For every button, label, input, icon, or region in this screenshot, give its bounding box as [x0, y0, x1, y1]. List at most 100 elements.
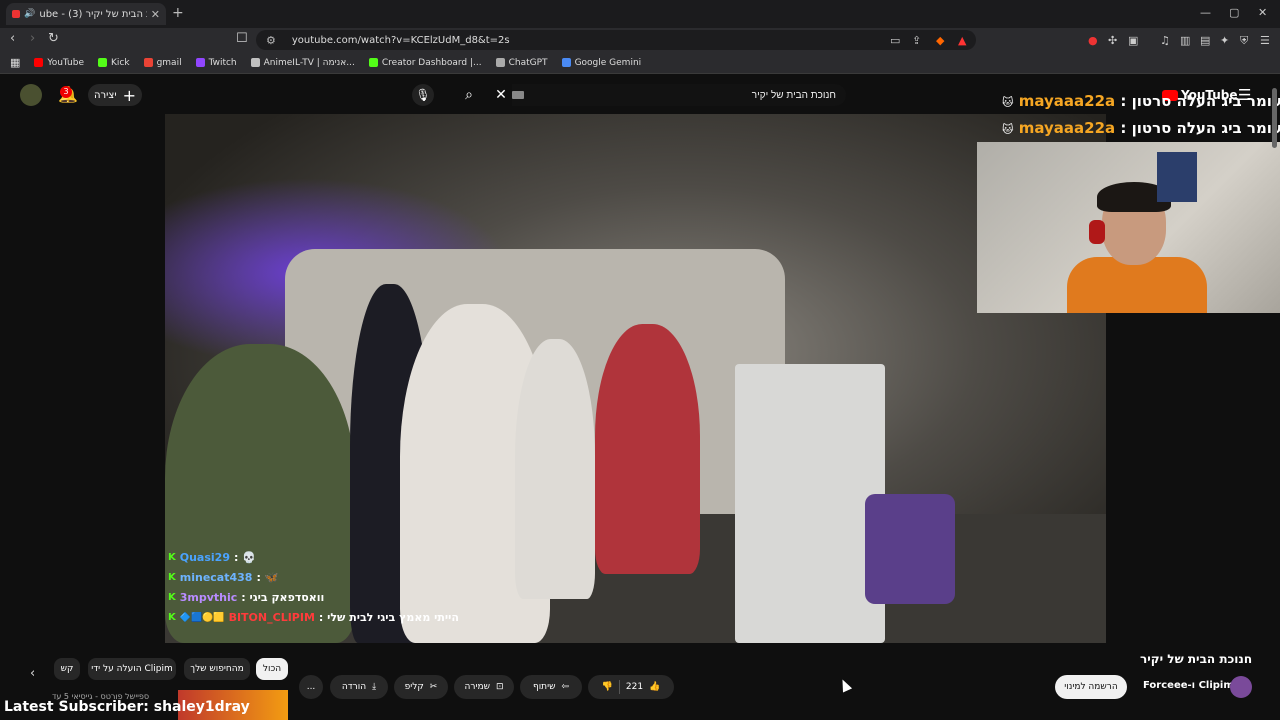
channel-name[interactable]: Forceee-ו Clipim	[1143, 680, 1234, 691]
close-icon[interactable]: ✕	[151, 8, 160, 21]
notification-badge: 3	[60, 86, 72, 98]
like-dislike-group: 👎 221 👍	[588, 675, 674, 699]
bookmark-twitch[interactable]: Twitch	[195, 58, 237, 68]
video-player[interactable]	[165, 114, 1106, 643]
back-button[interactable]: ‹	[10, 31, 15, 46]
alert-icon: 🐱	[1002, 123, 1014, 136]
chat-message: K Quasi29 : 💀	[168, 551, 256, 564]
menu-icon[interactable]: ☰	[1260, 34, 1270, 47]
webcam-person-body	[1067, 257, 1207, 313]
reload-button[interactable]: ↻	[48, 31, 59, 46]
bookmark-youtube[interactable]: YouTube	[34, 58, 84, 68]
bookmark-icon[interactable]: ☐	[236, 31, 248, 46]
alert-line-2: 🐱 mayaaa22a עומר ביג העלה סרטון :	[1002, 119, 1280, 137]
chip-uploaded-by-channel[interactable]: הועלה על ידי Clipim	[88, 658, 176, 680]
kick-icon	[368, 58, 378, 67]
save-bookmark-icon: ⊡	[495, 682, 504, 692]
latest-subscriber-overlay: Latest Subscriber: shaley1dray	[4, 699, 250, 715]
share-button[interactable]: שיתוף ⇦	[520, 675, 582, 699]
chat-message: K 🔷🟦🟡🟨 BITON_CLIPIM : הייתי מאמץ ביגי לב…	[168, 611, 459, 624]
chat-message: K minecat438 : 🦋	[168, 571, 279, 584]
create-label: יצירה	[94, 89, 117, 101]
clear-search-icon[interactable]: ✕	[492, 84, 510, 106]
vpn-icon[interactable]: ⛨	[1240, 34, 1248, 48]
brave-shield-icon[interactable]: ◆	[936, 34, 944, 47]
bookmark-chatgpt[interactable]: ChatGPT	[495, 58, 548, 68]
webcam-overlay	[977, 142, 1280, 313]
dislike-icon[interactable]: 👎	[602, 682, 613, 692]
chip-filter[interactable]: קש	[54, 658, 80, 680]
video-person	[515, 339, 595, 599]
chatgpt-icon	[495, 58, 505, 67]
share-arrow-icon: ⇦	[561, 682, 570, 692]
gmail-icon	[143, 58, 153, 67]
bookmark-gmail[interactable]: gmail	[143, 58, 182, 68]
create-button[interactable]: יצירה +	[88, 84, 142, 106]
cast-icon[interactable]: ▭	[890, 34, 900, 47]
site-info-icon[interactable]: ⚙	[266, 34, 276, 47]
subscribe-button[interactable]: הרשמה למינוי	[1055, 675, 1127, 699]
divider	[618, 680, 620, 694]
channel-avatar[interactable]	[1230, 676, 1252, 698]
minimize-button[interactable]: —	[1200, 6, 1211, 19]
avatar[interactable]	[20, 84, 42, 106]
youtube-icon	[34, 58, 44, 67]
video-scene-bag	[865, 494, 955, 604]
apps-icon[interactable]: ▦	[10, 56, 20, 69]
download-button[interactable]: הורדה ⤓	[330, 675, 388, 699]
search-icon[interactable]: ⌕	[452, 84, 486, 106]
new-tab-button[interactable]: +	[172, 5, 184, 21]
forward-button[interactable]: ›	[30, 31, 35, 46]
clip-button[interactable]: קליפ ✂	[394, 675, 448, 699]
keyboard-icon[interactable]	[512, 91, 524, 99]
download-icon: ⤓	[372, 682, 377, 692]
bookmark-kick[interactable]: Kick	[98, 58, 130, 68]
bookmark-creator-dashboard[interactable]: Creator Dashboard |...	[368, 58, 482, 68]
bookmark-animeil[interactable]: AnimeIL-TV | אנימה...	[250, 58, 355, 68]
chip-from-your-search[interactable]: מהחיפוש שלך	[184, 658, 250, 680]
alert-line-1: 🐱 mayaaa22a עומר ביג העלה סרטון :	[1002, 92, 1280, 110]
video-person	[595, 324, 700, 574]
kick-icon: K	[168, 572, 176, 583]
screenshot-icon[interactable]: ▣	[1128, 34, 1138, 47]
bookmark-gemini[interactable]: Google Gemini	[561, 58, 641, 68]
plus-icon: +	[122, 85, 136, 105]
scrollbar[interactable]	[1272, 88, 1277, 148]
rewards-icon[interactable]: ▲	[958, 34, 966, 47]
wallet-icon[interactable]: ▤	[1200, 34, 1210, 47]
headset	[1089, 220, 1105, 244]
animeil-icon	[250, 58, 260, 67]
chat-message: K 3mpvthic : וואסדפאק ביגי	[168, 591, 325, 604]
like-icon[interactable]: 👍	[649, 682, 660, 692]
save-button[interactable]: שמירה ⊡	[454, 675, 514, 699]
badge-icons: 🔷🟦🟡🟨	[179, 612, 225, 623]
kick-icon: K	[168, 552, 176, 563]
alert-icon: 🐱	[1002, 96, 1014, 109]
video-scene-fridge	[735, 364, 885, 643]
webcam-poster	[1157, 152, 1197, 202]
voice-search-mic-icon[interactable]: 🎙	[412, 84, 434, 106]
share-icon[interactable]: ⇪	[912, 34, 921, 47]
speaker-icon[interactable]: 🔊	[24, 9, 35, 19]
extension-icon[interactable]: ●	[1088, 34, 1098, 47]
ai-icon[interactable]: ✦	[1220, 34, 1229, 47]
more-actions-button[interactable]: ...	[299, 675, 323, 699]
browser-tab[interactable]: 🔊 ube - חנוכת הבית של יקיר (3) ✕	[6, 3, 166, 25]
puzzle-icon[interactable]: ✣	[1108, 34, 1117, 47]
url-text: youtube.com/watch?v=KCElzUdM_d8&t=2s	[291, 34, 510, 46]
browser-tab-bar	[0, 0, 1280, 28]
close-window-button[interactable]: ✕	[1258, 6, 1267, 19]
search-input[interactable]	[512, 84, 846, 106]
kick-icon: K	[168, 592, 176, 603]
sidebar-icon[interactable]: ▥	[1180, 34, 1190, 47]
music-icon[interactable]: ♫	[1160, 34, 1170, 47]
url-field[interactable]: ⚙ youtube.com/watch?v=KCElzUdM_d8&t=2s	[256, 30, 976, 50]
mouse-cursor-icon	[837, 677, 853, 693]
chip-all[interactable]: הכול	[256, 658, 288, 680]
maximize-button[interactable]: ▢	[1229, 6, 1239, 19]
scissors-icon: ✂	[429, 682, 438, 692]
chips-prev-arrow-icon[interactable]: ‹	[30, 666, 35, 681]
video-title: חנוכת הבית של יקיר	[1140, 652, 1253, 666]
tab-title: ube - חנוכת הבית של יקיר (3)	[39, 8, 146, 20]
like-count: 221	[625, 682, 644, 692]
